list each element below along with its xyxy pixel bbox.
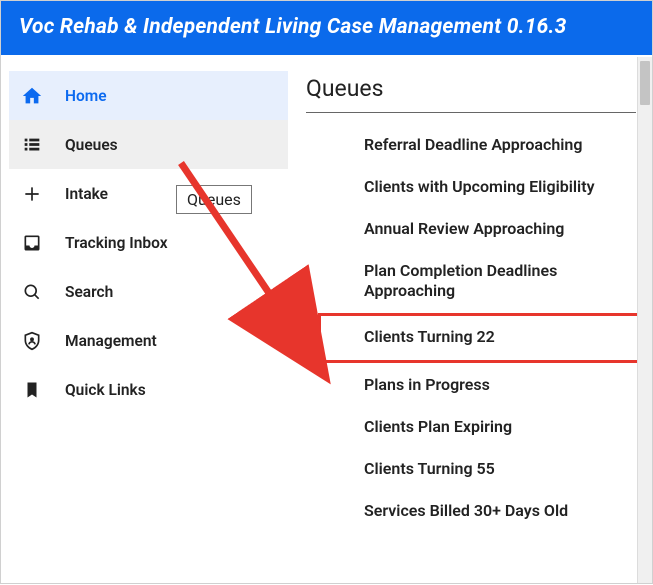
search-icon: [21, 281, 43, 303]
sidebar-tooltip: Queues: [176, 185, 252, 214]
queue-item[interactable]: Referral Deadline Approaching: [360, 127, 636, 163]
home-icon: [21, 85, 43, 107]
content-pane: Queues Referral Deadline Approaching Cli…: [288, 57, 652, 583]
plus-icon: [21, 183, 43, 205]
sidebar-item-label: Management: [65, 332, 157, 350]
inbox-icon: [21, 232, 43, 254]
bookmark-icon: [21, 379, 43, 401]
queue-list: Referral Deadline Approaching Clients wi…: [306, 127, 636, 529]
sidebar-item-label: Search: [65, 283, 113, 301]
queue-item-highlighted[interactable]: Clients Turning 22: [320, 315, 646, 361]
sidebar-item-search[interactable]: Search: [9, 267, 288, 316]
queue-item[interactable]: Clients with Upcoming Eligibility: [360, 169, 636, 205]
sidebar-item-label: Intake: [65, 185, 108, 203]
app-title: Voc Rehab & Independent Living Case Mana…: [19, 15, 566, 39]
queue-item[interactable]: Clients Plan Expiring: [360, 409, 636, 445]
queue-item[interactable]: Plans in Progress: [360, 367, 636, 403]
queue-item[interactable]: Annual Review Approaching: [360, 211, 636, 247]
shield-user-icon: [21, 330, 43, 352]
sidebar: Home Queues Intake Tracking Inbox Search: [1, 57, 288, 583]
list-icon: [21, 134, 43, 156]
queue-item[interactable]: Plan Completion Deadlines Approaching: [360, 253, 636, 309]
sidebar-item-management[interactable]: Management: [9, 316, 288, 365]
sidebar-item-label: Home: [65, 87, 107, 105]
scrollbar-track[interactable]: [637, 57, 652, 583]
app-title-bar: Voc Rehab & Independent Living Case Mana…: [1, 1, 652, 55]
queue-item[interactable]: Services Billed 30+ Days Old: [360, 493, 636, 529]
queue-item[interactable]: Clients Turning 55: [360, 451, 636, 487]
scrollbar-thumb[interactable]: [640, 61, 650, 105]
queues-heading: Queues: [306, 75, 636, 113]
sidebar-item-queues[interactable]: Queues: [9, 120, 288, 169]
sidebar-item-tracking-inbox[interactable]: Tracking Inbox: [9, 218, 288, 267]
sidebar-item-label: Tracking Inbox: [65, 234, 168, 252]
sidebar-item-quick-links[interactable]: Quick Links: [9, 365, 288, 414]
sidebar-item-label: Queues: [65, 136, 118, 154]
sidebar-item-home[interactable]: Home: [9, 71, 288, 120]
sidebar-item-label: Quick Links: [65, 381, 146, 399]
